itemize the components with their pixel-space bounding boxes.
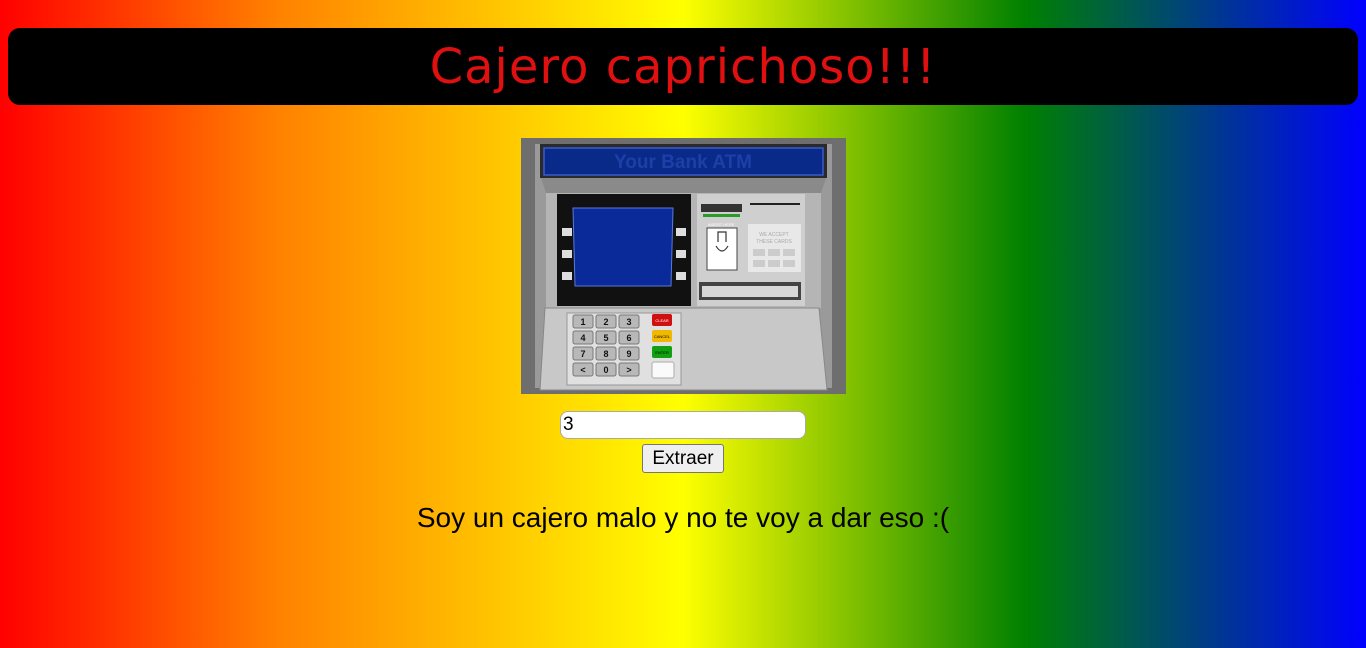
atm-insert-label: INSERT HERE xyxy=(708,222,735,227)
atm-key-label: 4 xyxy=(580,333,585,343)
atm-brand-label: Your Bank ATM xyxy=(614,152,752,173)
amount-input[interactable] xyxy=(560,411,806,439)
atm-key-label: 9 xyxy=(626,349,631,359)
atm-cards-label-1: WE ACCEPT xyxy=(759,232,788,238)
atm-key-label: > xyxy=(626,365,631,375)
atm-key-label: 0 xyxy=(603,365,608,375)
atm-cards-label-2: THESE CARDS xyxy=(756,239,792,245)
atm-image: Your Bank ATM INSERT HERE WE ACCEPT THES… xyxy=(521,138,846,394)
atm-key-label: 8 xyxy=(603,349,608,359)
atm-clear-key: CLEAR xyxy=(655,318,668,323)
page-header: Cajero caprichoso!!! xyxy=(8,28,1358,105)
atm-key-label: < xyxy=(580,365,585,375)
atm-key-label: 2 xyxy=(603,317,608,327)
atm-key-label: 7 xyxy=(580,349,585,359)
atm-enter-key: ENTER xyxy=(655,350,669,355)
atm-cancel-key: CANCEL xyxy=(654,334,671,339)
atm-key-label: 6 xyxy=(626,333,631,343)
result-message: Soy un cajero malo y no te voy a dar eso… xyxy=(416,502,950,533)
page-title: Cajero caprichoso!!! xyxy=(429,38,937,95)
atm-key-label: 1 xyxy=(580,317,585,327)
extract-button[interactable]: Extraer xyxy=(642,444,724,473)
atm-key-label: 3 xyxy=(626,317,631,327)
atm-key-label: 5 xyxy=(603,333,608,343)
